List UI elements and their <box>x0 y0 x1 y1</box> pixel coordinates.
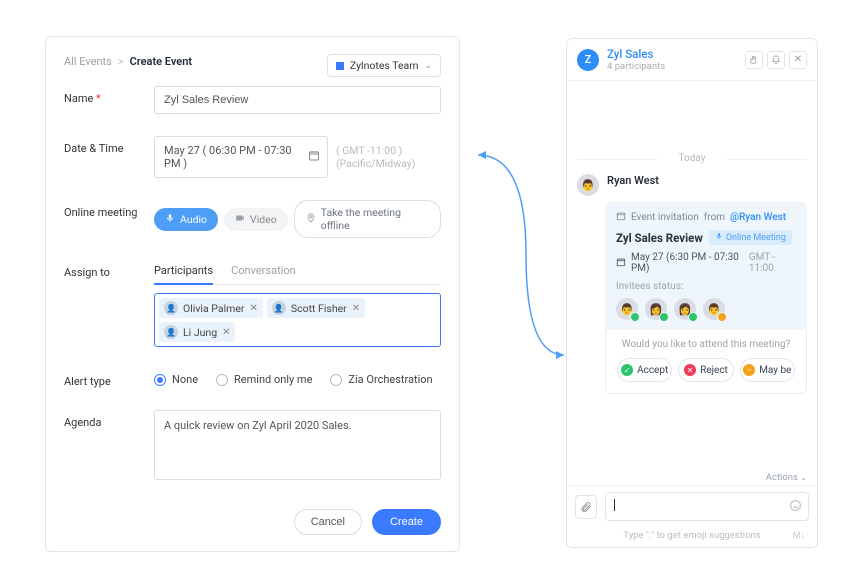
video-pill[interactable]: Video <box>224 208 288 231</box>
alert-remind-radio[interactable]: Remind only me <box>216 373 312 386</box>
participant-chip: 👤 Olivia Palmer ✕ <box>159 298 263 318</box>
datetime-label: Date & Time <box>64 136 154 155</box>
team-color-icon <box>336 62 344 70</box>
online-meeting-label: Online meeting <box>64 200 154 219</box>
chat-avatar: Z <box>577 49 599 71</box>
location-icon <box>306 213 316 226</box>
hand-icon[interactable] <box>745 51 763 69</box>
invite-title: Zyl Sales Review <box>616 231 703 245</box>
participants-input[interactable]: 👤 Olivia Palmer ✕ 👤 Scott Fisher ✕ 👤 Li … <box>154 293 441 347</box>
actions-dropdown[interactable]: Actions ⌄ <box>567 468 817 485</box>
sender-avatar: 👨 <box>577 174 599 196</box>
invitee-avatar: 👩 <box>674 298 696 320</box>
attend-question: Would you like to attend this meeting? <box>617 339 795 350</box>
timezone-text: ( GMT -11:00 ) (Pacific/Midway) <box>336 144 441 170</box>
audio-pill[interactable]: Audio <box>154 208 218 231</box>
agenda-label: Agenda <box>64 410 154 429</box>
chevron-down-icon: ⌄ <box>424 61 432 71</box>
alert-zia-radio[interactable]: Zia Orchestration <box>330 373 432 386</box>
chip-remove-icon[interactable]: ✕ <box>352 303 360 314</box>
avatar-icon: 👤 <box>272 301 286 315</box>
calendar-small-icon <box>616 211 626 224</box>
status-badge-icon <box>688 312 698 322</box>
breadcrumb-current: Create Event <box>130 55 193 68</box>
status-badge-icon <box>630 312 640 322</box>
assign-tabs: Participants Conversation <box>154 260 441 285</box>
participant-chip: 👤 Scott Fisher ✕ <box>267 298 365 318</box>
breadcrumb-sep: > <box>118 55 124 68</box>
invite-datetime: May 27 (6:30 PM - 07:30 PM) GMT - 11:00 <box>616 252 796 274</box>
dash-icon: – <box>743 364 755 376</box>
connector-arrow <box>466 145 571 365</box>
tab-conversation[interactable]: Conversation <box>231 260 296 284</box>
online-meeting-badge: Online Meeting <box>709 230 792 245</box>
breadcrumb-all-events[interactable]: All Events <box>64 55 112 68</box>
avatar-icon: 👤 <box>164 325 178 339</box>
datetime-input[interactable]: May 27 ( 06:30 PM - 07:30 PM ) <box>154 136 328 178</box>
message-row: 👨 Ryan West <box>577 174 807 196</box>
invitee-avatar: 👩 <box>645 298 667 320</box>
markdown-icon: M↓ <box>793 530 805 541</box>
check-icon: ✓ <box>621 364 633 376</box>
assign-to-label: Assign to <box>64 260 154 279</box>
chat-body: Today 👨 Ryan West Event invitation from … <box>567 81 817 468</box>
invitee-avatar: 👨 <box>616 298 638 320</box>
mic-small-icon <box>715 232 723 243</box>
chip-remove-icon[interactable]: ✕ <box>222 327 230 338</box>
emoji-icon[interactable] <box>789 499 802 515</box>
today-divider: Today <box>577 153 807 164</box>
radio-dot-icon <box>154 374 166 386</box>
attachment-button[interactable] <box>575 495 597 519</box>
team-selector[interactable]: Zylnotes Team ⌄ <box>327 54 441 77</box>
invitee-avatars: 👨 👩 👩 👨 <box>616 298 796 320</box>
invitee-avatar: 👨 <box>703 298 725 320</box>
event-invite-card: Event invitation from @Ryan West Zyl Sal… <box>605 202 807 394</box>
message-input-row <box>567 485 817 527</box>
alert-none-radio[interactable]: None <box>154 373 198 386</box>
maybe-button[interactable]: – May be <box>740 358 795 382</box>
text-cursor <box>614 499 615 511</box>
tab-participants[interactable]: Participants <box>154 260 213 285</box>
status-badge-icon <box>717 312 727 322</box>
invite-user-link[interactable]: @Ryan West <box>730 212 786 223</box>
reject-button[interactable]: ✕ Reject <box>678 358 733 382</box>
create-button[interactable]: Create <box>372 509 441 535</box>
name-label: Name * <box>64 86 154 105</box>
message-input[interactable] <box>605 492 809 521</box>
chevron-down-icon: ⌄ <box>800 473 807 482</box>
status-badge-icon <box>659 312 669 322</box>
name-input[interactable] <box>154 86 441 114</box>
bell-icon[interactable] <box>767 51 785 69</box>
accept-button[interactable]: ✓ Accept <box>617 358 672 382</box>
video-icon <box>235 213 245 226</box>
close-icon[interactable]: ✕ <box>789 51 807 69</box>
calendar-tiny-icon <box>616 257 626 270</box>
invite-header: Event invitation from @Ryan West <box>616 211 796 224</box>
alert-type-label: Alert type <box>64 369 154 388</box>
team-selector-label: Zylnotes Team <box>350 59 419 72</box>
calendar-icon <box>308 150 320 165</box>
participant-chip: 👤 Li Jung ✕ <box>159 322 235 342</box>
avatar-icon: 👤 <box>164 301 178 315</box>
cancel-button[interactable]: Cancel <box>294 509 362 535</box>
radio-dot-icon <box>330 374 342 386</box>
invitees-status-label: Invitees status: <box>616 281 796 292</box>
chat-title[interactable]: Zyl Sales <box>607 47 665 61</box>
take-offline-button[interactable]: Take the meeting offline <box>294 200 441 238</box>
chat-participant-count: 4 participants <box>607 61 665 72</box>
chip-remove-icon[interactable]: ✕ <box>249 303 257 314</box>
chat-panel: Z Zyl Sales 4 participants ✕ Today 👨 Rya… <box>566 38 818 548</box>
emoji-hint: Type ":" to get emoji suggestions M↓ <box>567 527 817 547</box>
sender-name: Ryan West <box>607 174 659 196</box>
mic-icon <box>165 213 175 226</box>
radio-dot-icon <box>216 374 228 386</box>
x-icon: ✕ <box>684 364 696 376</box>
agenda-textarea[interactable]: A quick review on Zyl April 2020 Sales. <box>154 410 441 480</box>
create-event-panel: All Events > Create Event Zylnotes Team … <box>45 36 460 552</box>
chat-header: Z Zyl Sales 4 participants ✕ <box>567 39 817 81</box>
